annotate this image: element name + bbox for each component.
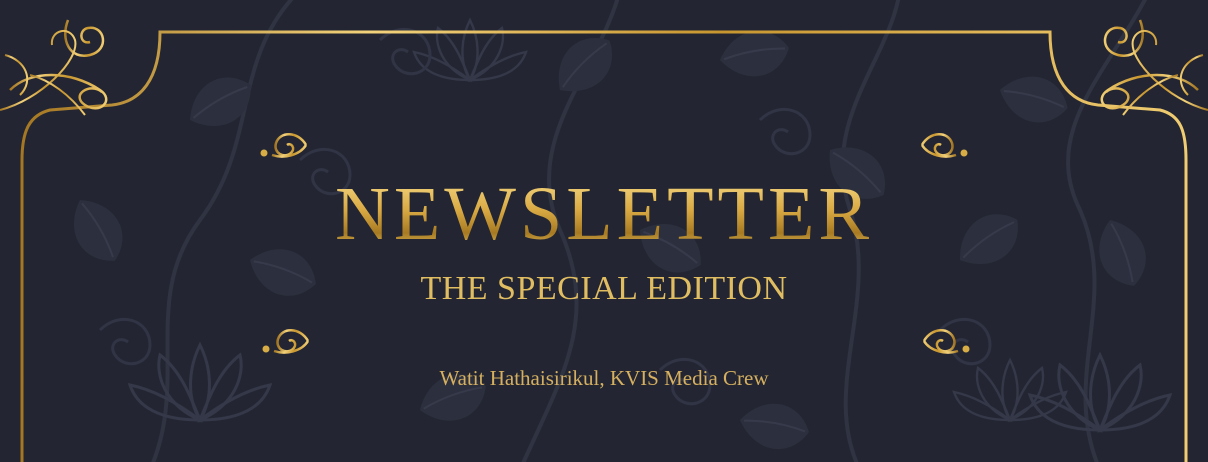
newsletter-title: NEWSLETTER (0, 176, 1208, 252)
newsletter-banner: NEWSLETTER THE SPECIAL EDITION Watit Hat… (0, 0, 1208, 462)
scroll-end-icon (261, 328, 310, 354)
top-divider (259, 132, 969, 158)
author-credit: Watit Hathaisirikul, KVIS Media Crew (439, 366, 769, 390)
scroll-end-icon (920, 132, 969, 158)
flourish-corner-icon (0, 19, 108, 116)
scroll-end-icon (922, 328, 971, 354)
bottom-divider (261, 328, 971, 354)
edition-subtitle: THE SPECIAL EDITION (420, 270, 788, 307)
flourish-corner-icon (1100, 19, 1208, 116)
scroll-end-icon (259, 132, 308, 158)
